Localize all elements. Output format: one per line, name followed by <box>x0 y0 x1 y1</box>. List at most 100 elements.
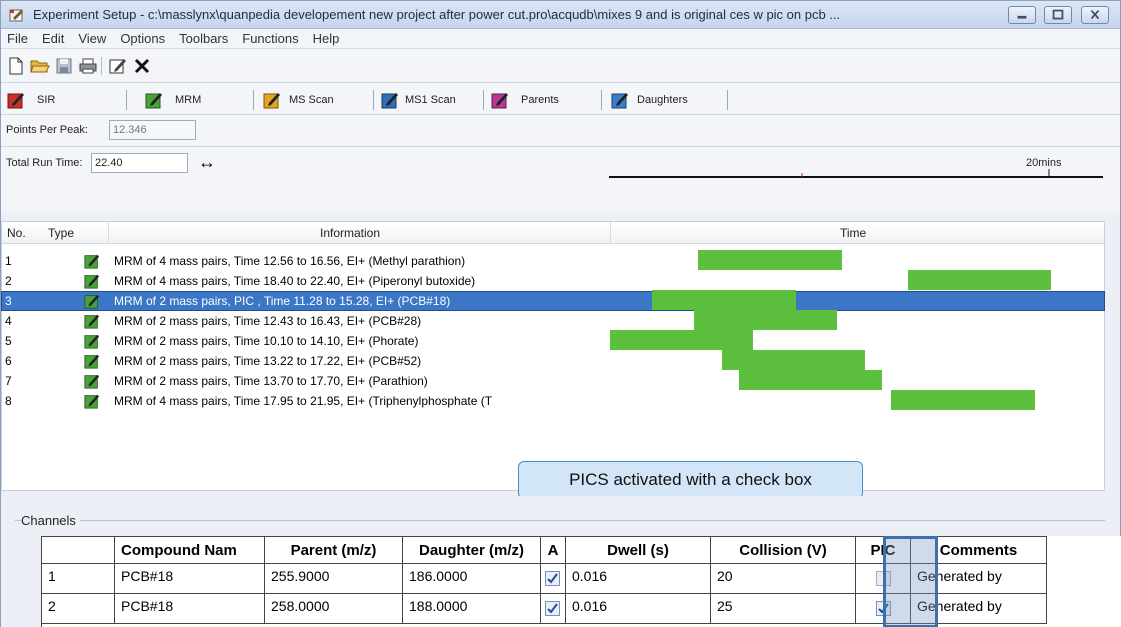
time-window-bar[interactable] <box>652 290 796 310</box>
edit-icon <box>109 59 126 74</box>
auto-checkbox[interactable] <box>545 601 560 616</box>
menu-file[interactable]: File <box>1 29 35 47</box>
time-window-bar[interactable] <box>739 370 883 390</box>
channel-index[interactable]: 2 <box>42 594 115 624</box>
dwell-time[interactable]: 0.016 <box>566 594 711 624</box>
header-dwell-time[interactable]: Dwell (s) <box>566 536 711 564</box>
mrm-type-icon <box>84 334 100 349</box>
header-type[interactable]: Type <box>48 226 74 240</box>
open-button[interactable] <box>29 55 51 77</box>
time-window-bar[interactable] <box>721 350 866 370</box>
sir-button[interactable]: SIR <box>7 89 55 111</box>
menu-edit[interactable]: Edit <box>35 29 71 47</box>
compound-name[interactable]: PCB#18 <box>115 564 265 594</box>
channels-legend: Channels <box>21 513 80 528</box>
menu-view[interactable]: View <box>71 29 113 47</box>
time-window-bar[interactable] <box>698 250 842 270</box>
mrm-type-icon <box>84 394 100 409</box>
toolbar-separator <box>601 90 602 110</box>
function-number: 5 <box>5 334 12 348</box>
function-row[interactable]: 7 MRM of 2 mass pairs, Time 13.70 to 17.7… <box>2 370 1104 390</box>
new-file-icon <box>9 57 23 75</box>
close-icon <box>1090 9 1100 20</box>
header-information[interactable]: Information <box>320 226 380 240</box>
ms-scan-button[interactable]: MS Scan <box>263 89 334 111</box>
header-auto-checkbox[interactable]: A <box>541 536 566 564</box>
maximize-button[interactable] <box>1044 6 1072 24</box>
function-row[interactable]: 1 MRM of 4 mass pairs, Time 12.56 to 16.5… <box>2 250 1104 270</box>
functions-grid: No. Type Information Time 1 MRM of 4 mass… <box>1 221 1105 491</box>
print-button[interactable] <box>77 55 99 77</box>
menu-functions[interactable]: Functions <box>235 29 305 47</box>
parent-mz[interactable]: 255.9000 <box>265 564 403 594</box>
daughter-mz[interactable]: 186.0000 <box>403 564 541 594</box>
toolbar-separator <box>253 90 254 110</box>
parents-icon <box>491 93 508 109</box>
app-icon <box>9 9 23 22</box>
header-parent-mz[interactable]: Parent (m/z) <box>265 536 403 564</box>
toolbar-separator <box>101 57 102 75</box>
function-row[interactable]: 2 MRM of 4 mass pairs, Time 18.40 to 22.4… <box>2 270 1104 290</box>
header-channel-index[interactable] <box>42 536 115 564</box>
total-run-time-label: Total Run Time: <box>6 157 83 169</box>
collision-energy[interactable]: 25 <box>711 594 856 624</box>
ms-scan-icon <box>263 93 280 109</box>
minimize-button[interactable] <box>1008 6 1036 24</box>
daughters-button[interactable]: Daughters <box>611 89 688 111</box>
menu-help[interactable]: Help <box>306 29 347 47</box>
maximize-icon <box>1052 9 1064 20</box>
resize-arrows-icon[interactable]: ↔ <box>198 153 216 171</box>
auto-checkbox <box>541 564 566 594</box>
collision-energy[interactable]: 20 <box>711 564 856 594</box>
auto-checkbox <box>541 594 566 624</box>
toolbar-separator <box>727 90 728 110</box>
time-window-bar[interactable] <box>907 270 1051 290</box>
function-row[interactable]: 4 MRM of 2 mass pairs, Time 12.43 to 16.4… <box>2 310 1104 330</box>
header-no[interactable]: No. <box>7 226 26 240</box>
parent-mz[interactable]: 258.0000 <box>265 594 403 624</box>
function-row[interactable]: 6 MRM of 2 mass pairs, Time 13.22 to 17.2… <box>2 350 1104 370</box>
compound-name[interactable]: PCB#18 <box>115 594 265 624</box>
time-window-bar[interactable] <box>693 310 837 330</box>
delete-button[interactable] <box>131 55 153 77</box>
close-button[interactable] <box>1081 6 1109 24</box>
save-button[interactable] <box>53 55 75 77</box>
points-per-peak-field: 12.346 <box>109 120 196 140</box>
time-window-bar[interactable] <box>610 330 754 350</box>
mrm-type-icon <box>84 374 100 389</box>
function-row[interactable]: 8 MRM of 4 mass pairs, Time 17.95 to 21.9… <box>2 390 1104 410</box>
column-divider <box>108 222 109 244</box>
parents-button[interactable]: Parents <box>491 89 559 111</box>
mrm-type-icon <box>84 314 100 329</box>
mrm-type-icon <box>84 274 100 289</box>
daughter-mz[interactable]: 188.0000 <box>403 594 541 624</box>
header-compound-name[interactable]: Compound Nam <box>115 536 265 564</box>
header-time[interactable]: Time <box>840 226 866 240</box>
functions-grid-header: No. Type Information Time <box>2 222 1104 244</box>
auto-checkbox[interactable] <box>545 571 560 586</box>
experiment-setup-window: Experiment Setup - c:\masslynx\quanpedia… <box>0 0 1121 627</box>
total-run-time-input[interactable]: 22.40 <box>91 153 188 173</box>
save-icon <box>56 58 72 74</box>
total-run-time-panel: Total Run Time: 22.40 ↔ 20mins <box>1 147 1120 213</box>
function-number: 2 <box>5 274 12 288</box>
new-button[interactable] <box>5 55 27 77</box>
points-per-peak-label: Points Per Peak: <box>6 124 88 136</box>
open-folder-icon <box>30 60 50 73</box>
header-collision-energy[interactable]: Collision (V) <box>711 536 856 564</box>
header-daughter-mz[interactable]: Daughter (m/z) <box>403 536 541 564</box>
edit-button[interactable] <box>107 55 129 77</box>
menu-toolbars[interactable]: Toolbars <box>172 29 235 47</box>
function-row[interactable]: 5 MRM of 2 mass pairs, Time 10.10 to 14.1… <box>2 330 1104 350</box>
print-icon <box>79 58 97 74</box>
dwell-time[interactable]: 0.016 <box>566 564 711 594</box>
checkmark-icon <box>547 603 558 614</box>
ms1-scan-button[interactable]: MS1 Scan <box>381 89 456 111</box>
time-window-bar[interactable] <box>891 390 1035 410</box>
function-row[interactable]: 3 MRM of 2 mass pairs, PIC , Time 11.28 t… <box>1 290 1105 311</box>
function-information: MRM of 2 mass pairs, Time 13.22 to 17.22… <box>114 354 422 368</box>
function-number: 7 <box>5 374 12 388</box>
mrm-button[interactable]: MRM <box>145 89 201 111</box>
channel-index[interactable]: 1 <box>42 564 115 594</box>
menu-options[interactable]: Options <box>113 29 172 47</box>
